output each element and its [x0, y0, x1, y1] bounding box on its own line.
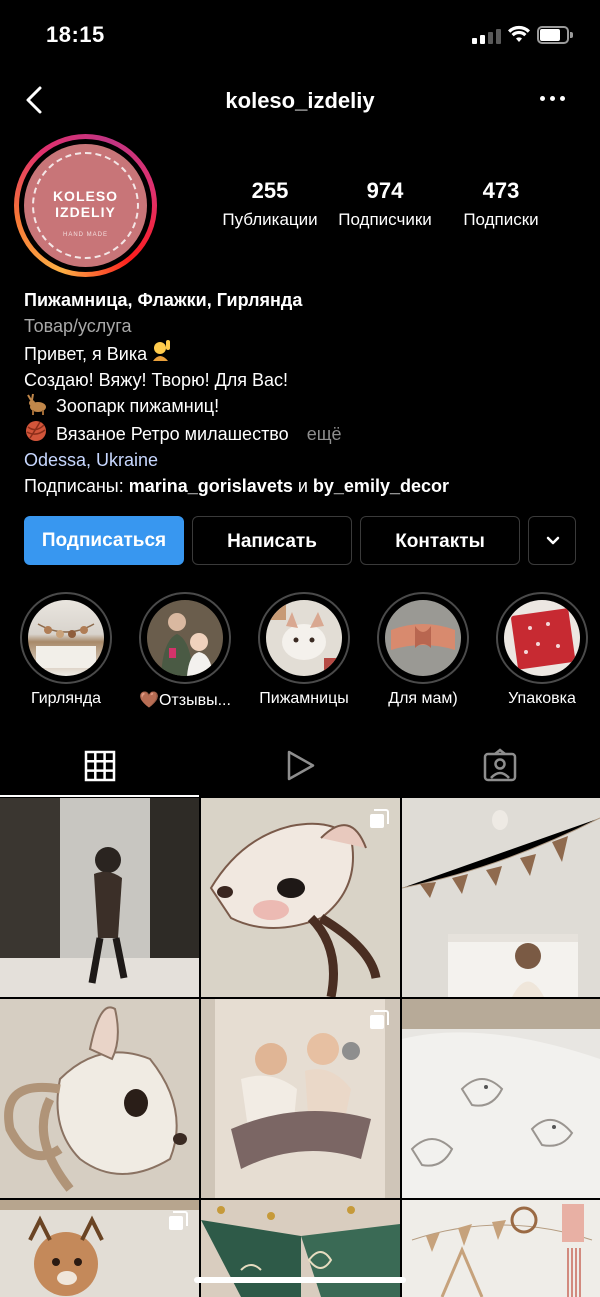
- avatar-logo: KOLESO IZDELIY HAND MADE: [24, 144, 147, 267]
- profile-name: Пижамница, Флажки, Гирлянда: [24, 290, 303, 310]
- highlight-reviews[interactable]: 🤎Отзывы...: [139, 592, 231, 709]
- message-button[interactable]: Написать: [192, 516, 352, 565]
- grid-post[interactable]: [201, 999, 400, 1198]
- tab-tagged[interactable]: [400, 738, 600, 796]
- avatar[interactable]: KOLESO IZDELIY HAND MADE: [14, 134, 157, 277]
- grid-post[interactable]: [402, 1200, 600, 1297]
- profile-username: koleso_izdeliy: [225, 88, 375, 113]
- stat-following[interactable]: 473 Подписки: [448, 178, 554, 230]
- status-bar: 18:15: [0, 0, 600, 70]
- followed-by[interactable]: Подписаны: marina_gorislavets и by_emily…: [24, 473, 584, 499]
- profile-bio: Пижамница, Флажки, Гирлянда Товар/услуга…: [24, 287, 584, 499]
- chevron-down-icon: [546, 536, 560, 545]
- stat-posts[interactable]: 255 Публикации: [210, 178, 330, 230]
- highlight-garland[interactable]: Гирлянда: [20, 592, 112, 707]
- grid-post[interactable]: [0, 798, 199, 997]
- home-indicator: [194, 1277, 406, 1283]
- highlight-cover: [147, 600, 223, 676]
- ellipsis-icon[interactable]: [540, 96, 566, 106]
- tab-indicator: [0, 795, 199, 797]
- carousel-icon: [370, 1010, 389, 1029]
- profile-category: Товар/услуга: [24, 316, 132, 336]
- tab-grid[interactable]: [0, 738, 199, 796]
- stat-followers[interactable]: 974 Подписчики: [330, 178, 440, 230]
- battery-icon: [537, 26, 573, 44]
- highlight-cover: [385, 600, 461, 676]
- highlight-pajama-holders[interactable]: Пижамницы: [258, 592, 350, 707]
- carousel-icon: [370, 809, 389, 828]
- cellular-signal-icon: [472, 28, 502, 44]
- contacts-button[interactable]: Контакты: [360, 516, 520, 565]
- raising-hand-emoji-icon: [153, 340, 171, 361]
- grid-post[interactable]: [0, 1200, 199, 1297]
- highlight-cover: [504, 600, 580, 676]
- status-time: 18:15: [46, 22, 105, 47]
- bio-line: Привет, я Вика: [24, 339, 584, 367]
- bio-line: Создаю! Вяжу! Творю! Для Вас!: [24, 370, 289, 390]
- grid-post[interactable]: [402, 798, 600, 997]
- tagged-user-icon: [483, 748, 517, 782]
- yarn-emoji-icon: [26, 421, 46, 441]
- grid-post[interactable]: [201, 798, 400, 997]
- deer-emoji-icon: [27, 393, 46, 415]
- suggested-accounts-button[interactable]: [528, 516, 576, 565]
- highlight-for-moms[interactable]: Для мам): [377, 592, 469, 707]
- grid-post[interactable]: [0, 999, 199, 1198]
- grid-post[interactable]: [402, 999, 600, 1198]
- highlight-cover: [28, 600, 104, 676]
- highlight-cover: [266, 600, 342, 676]
- tab-reels[interactable]: [200, 738, 400, 796]
- bio-line: Зоопарк пижамниц!: [24, 393, 584, 419]
- highlight-packaging[interactable]: Упаковка: [496, 592, 588, 707]
- grid-icon: [84, 750, 116, 782]
- bio-line: Вязаное Ретро милашество ещё: [24, 419, 584, 447]
- bio-more-link[interactable]: ещё: [307, 424, 342, 444]
- follow-button[interactable]: Подписаться: [24, 516, 184, 565]
- wifi-icon: [508, 25, 530, 42]
- reels-play-icon: [287, 750, 315, 781]
- bio-location[interactable]: Odessa, Ukraine: [24, 447, 584, 473]
- carousel-icon: [169, 1211, 188, 1230]
